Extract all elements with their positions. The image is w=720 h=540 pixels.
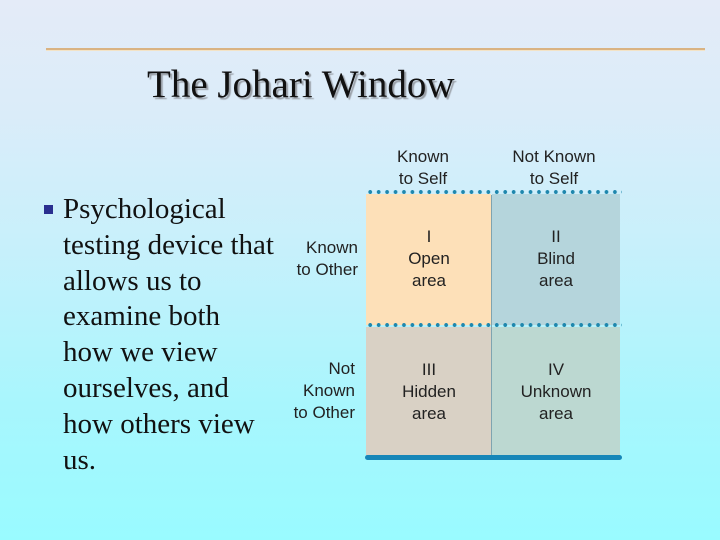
quadrant-numeral: IV: [547, 360, 565, 379]
middle-dotted-border: [366, 323, 622, 327]
quadrant-suffix: area: [411, 404, 447, 423]
quadrant-suffix: area: [538, 404, 574, 423]
quadrant-numeral: III: [421, 360, 437, 379]
column-header-not-known-to-self: Not Known to Self: [512, 147, 596, 188]
quadrant-name: Unknown: [520, 382, 592, 401]
quadrant-hidden-label: III Hidden area: [366, 359, 492, 425]
row-header-not-known-to-other: Not Known to Other: [293, 359, 355, 422]
quadrant-numeral: II: [551, 227, 561, 246]
top-dotted-border: [366, 190, 622, 194]
johari-window-diagram: Known to Self Not Known to Self Known to…: [0, 0, 720, 540]
column-header-known-to-self: Known to Self: [397, 147, 449, 188]
row-header-known-to-other: Known to Other: [296, 238, 358, 279]
quadrant-name: Blind: [537, 249, 575, 268]
quadrant-suffix: area: [538, 271, 574, 290]
quadrant-suffix: area: [411, 271, 447, 290]
quadrant-blind-label: II Blind area: [493, 226, 619, 292]
quadrant-unknown-label: IV Unknown area: [493, 359, 619, 425]
quadrant-numeral: I: [426, 227, 432, 246]
quadrant-name: Hidden: [402, 382, 456, 401]
bottom-solid-border: [365, 455, 622, 460]
quadrant-name: Open: [408, 249, 450, 268]
quadrant-open-label: I Open area: [366, 226, 492, 292]
